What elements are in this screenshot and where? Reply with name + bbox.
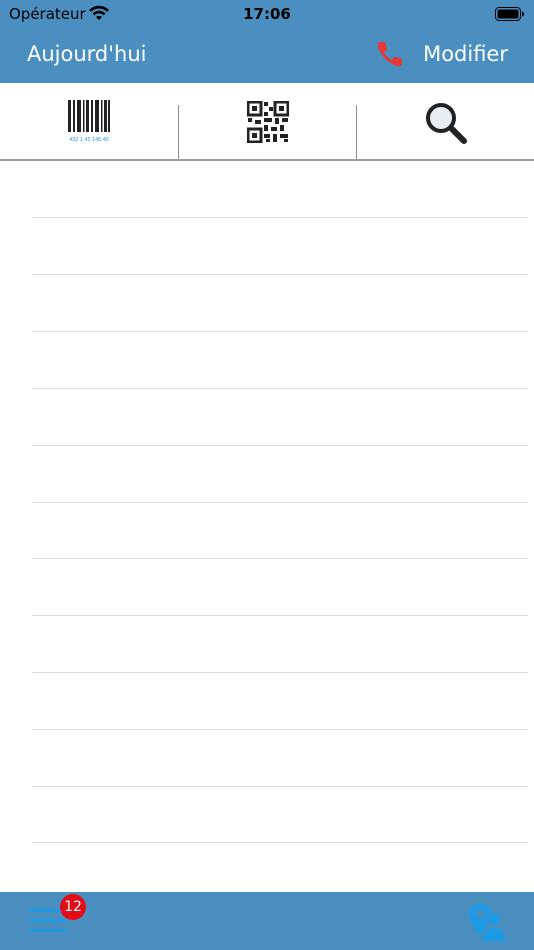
list-item[interactable]	[32, 786, 528, 843]
list-item[interactable]	[32, 275, 528, 332]
scan-toolbar: 432 1 45 148 46	[0, 83, 534, 161]
list-item[interactable]	[32, 161, 528, 218]
battery-icon	[495, 7, 525, 26]
today-list[interactable]	[0, 161, 534, 892]
search-button[interactable]	[356, 103, 534, 159]
barcode-number: 432 1 45 148 46	[69, 137, 109, 143]
list-item[interactable]	[32, 332, 528, 389]
barcode-scan-button[interactable]: 432 1 45 148 46	[0, 83, 178, 159]
list-item[interactable]	[32, 389, 528, 446]
list-item[interactable]	[32, 673, 528, 730]
qrcode-scan-button[interactable]	[178, 101, 356, 159]
list-item[interactable]	[32, 502, 528, 559]
notification-badge: 12	[60, 894, 86, 920]
list-item[interactable]	[32, 218, 528, 275]
list-item[interactable]	[32, 446, 528, 503]
bottom-tab-bar: 12	[0, 892, 534, 950]
today-button[interactable]: Aujourd'hui	[27, 42, 147, 66]
qrcode-icon	[246, 101, 289, 143]
status-bar: Opérateur 17:06	[0, 0, 534, 28]
phone-icon[interactable]	[375, 39, 405, 74]
list-item[interactable]	[32, 559, 528, 616]
list-item[interactable]	[32, 616, 528, 673]
modify-button[interactable]: Modifier	[423, 42, 508, 66]
barcode-icon: 432 1 45 148 46	[68, 100, 110, 143]
navigation-bar: Aujourd'hui Modifier	[0, 28, 534, 83]
map-user-icon[interactable]	[468, 902, 508, 947]
list-item[interactable]	[32, 730, 528, 787]
clock-time: 17:06	[243, 5, 291, 23]
search-icon	[425, 103, 467, 144]
